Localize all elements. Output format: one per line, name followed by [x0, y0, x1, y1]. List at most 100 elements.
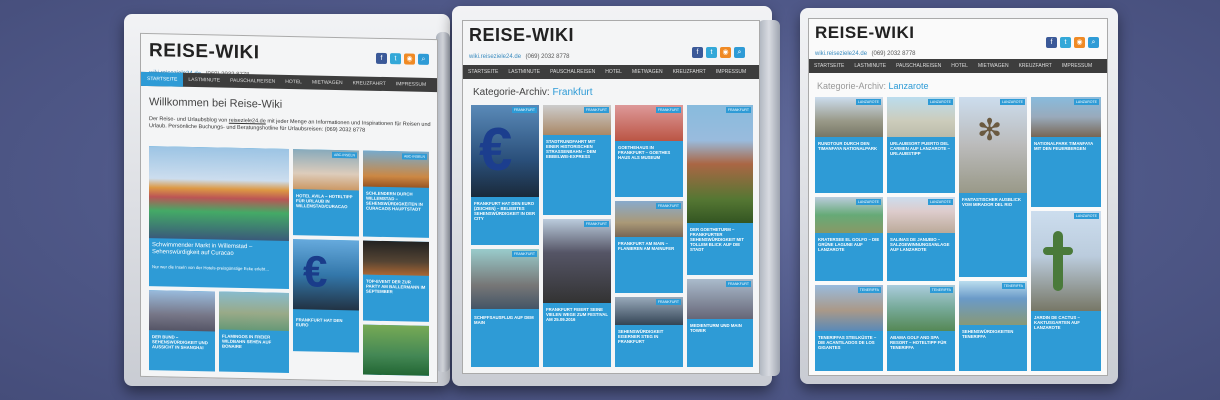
- post-title: SCHLENDERN DURCH WILLEMSTAD – SEHENSWÜRD…: [366, 190, 423, 212]
- nav-impressum[interactable]: IMPRESSUM: [711, 69, 751, 75]
- nav-mietwagen[interactable]: MIETWAGEN: [307, 79, 348, 86]
- post-tile[interactable]: LANZAROTE RUNDTOUR DURCH DEN TIMANFAYA N…: [815, 97, 883, 193]
- social-icons: f t ◉ ⌕: [376, 52, 429, 65]
- post-title: FRANKFURT HAT DEN EURO: [296, 317, 343, 328]
- nav-impressum[interactable]: IMPRESSUM: [1057, 63, 1097, 69]
- nav-lastminute[interactable]: LASTMINUTE: [183, 77, 225, 84]
- post-tile[interactable]: [363, 324, 429, 376]
- twitter-icon[interactable]: t: [706, 47, 717, 58]
- homepage-screen: REISE-WIKI wiki.reiseziele24.de (069) 20…: [140, 32, 438, 384]
- nav-impressum[interactable]: IMPRESSUM: [391, 81, 431, 88]
- nav-pauschalreisen[interactable]: PAUSCHALREISEN: [225, 78, 280, 85]
- social-icons: f t ◉ ⌕: [692, 47, 745, 58]
- facebook-icon[interactable]: f: [1046, 37, 1057, 48]
- nav-pauschalreisen[interactable]: PAUSCHALREISEN: [891, 63, 946, 69]
- post-title: NATIONALPARK TIMANFAYA MIT DEN FEUERBERG…: [1034, 141, 1094, 151]
- nav-hotel[interactable]: HOTEL: [946, 63, 973, 69]
- post-title: HOTEL AVILA – HOTELTIPP FÜR URLAUB IN WI…: [296, 193, 353, 210]
- nav-kreuzfahrt[interactable]: KREUZFAHRT: [668, 69, 711, 75]
- post-title: FRANKFURT AM MAIN – FLANIEREN AM MAINUFE…: [618, 241, 675, 251]
- post-title: RUNDTOUR DURCH DEN TIMANFAYA NATIONALPAR…: [818, 141, 878, 151]
- intro-link[interactable]: reiseziele24.de: [229, 118, 266, 125]
- post-title: FANTASTISCHER AUSBLICK VOM MIRADOR DEL R…: [962, 197, 1021, 207]
- post-tile[interactable]: ✻ LANZAROTE FANTASTISCHER AUSBLICK VOM M…: [959, 97, 1027, 277]
- search-icon[interactable]: ⌕: [1088, 37, 1099, 48]
- feature-post[interactable]: Schwimmender Markt in Willemstad – Sehen…: [149, 146, 289, 289]
- nav-mietwagen[interactable]: MIETWAGEN: [973, 63, 1014, 69]
- nav-mietwagen[interactable]: MIETWAGEN: [627, 69, 668, 75]
- intro-text: Der Reise- und Urlaubsblog von reiseziel…: [149, 116, 431, 134]
- post-tile[interactable]: FRANKFURT DER GOETHETURM – FRANKFURTER S…: [687, 105, 753, 275]
- archive-title: Kategorie-Archiv: Lanzarote: [817, 81, 929, 91]
- post-tile[interactable]: LANZAROTE URLAUBSORT PUERTO DEL CARMEN A…: [887, 97, 955, 193]
- nav-lastminute[interactable]: LASTMINUTE: [849, 63, 891, 69]
- archive-title: Kategorie-Archiv: Frankfurt: [473, 87, 593, 98]
- main-navigation: STARTSEITE LASTMINUTE PAUSCHALREISEN HOT…: [463, 65, 759, 79]
- post-tile[interactable]: FRANKFURT MEDIENTURM UND MAIN TOWER: [687, 279, 753, 367]
- post-title: FRANKFURT FEIERT SEINE VIELEN WEGE ZUM F…: [546, 307, 608, 322]
- post-tile[interactable]: FRANKFURT FRANKFURT FEIERT SEINE VIELEN …: [543, 219, 611, 367]
- nav-pauschalreisen[interactable]: PAUSCHALREISEN: [545, 69, 600, 75]
- main-navigation: STARTSEITE LASTMINUTE PAUSCHALREISEN HOT…: [809, 59, 1107, 73]
- post-tile[interactable]: TENERIFFA SEHENSWÜRDIGKEITEN TENERIFFA: [959, 281, 1027, 371]
- nav-startseite[interactable]: STARTSEITE: [141, 71, 184, 87]
- nav-lastminute[interactable]: LASTMINUTE: [503, 69, 545, 75]
- post-tile[interactable]: FRANKFURT FRANKFURT AM MAIN – FLANIEREN …: [615, 201, 683, 293]
- feature-caption: Schwimmender Markt in Willemstad – Sehen…: [152, 242, 253, 257]
- windmill-sculpture-icon: ✻: [977, 114, 1003, 147]
- search-icon[interactable]: ⌕: [734, 47, 745, 58]
- website-mockup-lanzarote: REISE-WIKI wiki.reiseziele24.de (069) 20…: [800, 8, 1122, 388]
- post-tile[interactable]: TOP-EVENT DER ZUR PARTY AM BALLERMANN IM…: [363, 240, 429, 322]
- post-tile[interactable]: DER BUND – SEHENSWÜRDIGKEIT UND AUSSICHT…: [149, 290, 215, 372]
- post-tile[interactable]: LANZAROTE JARDIN DE CACTUS – KAKTUSGARTE…: [1031, 211, 1101, 371]
- post-tile[interactable]: FLAMINGOS IN FREIER WILDBAHN SEHEN AUF B…: [219, 291, 289, 373]
- post-tile[interactable]: TENERIFFA TENERIFFAS STEILKÜSTE – DIE AC…: [815, 285, 883, 371]
- twitter-icon[interactable]: t: [1060, 37, 1071, 48]
- nav-startseite[interactable]: STARTSEITE: [809, 63, 849, 69]
- nav-hotel[interactable]: HOTEL: [600, 69, 627, 75]
- facebook-icon[interactable]: f: [376, 52, 387, 65]
- post-title: SCHIFFSAUSFLUG AUF DEM MAIN: [474, 315, 534, 325]
- archive-category: Frankfurt: [552, 87, 593, 98]
- site-url[interactable]: wiki.reiseziele24.de: [815, 51, 867, 57]
- post-tile[interactable]: LANZAROTE KRATERSEE EL GOLFO – DIE GRÜNE…: [815, 197, 883, 281]
- website-mockup-home: REISE-WIKI wiki.reiseziele24.de (069) 20…: [118, 14, 452, 386]
- nav-startseite[interactable]: STARTSEITE: [463, 69, 503, 75]
- post-tile[interactable]: FRANKFURT GOETHEHAUS IN FRANKFURT – GOET…: [615, 105, 683, 197]
- search-icon[interactable]: ⌕: [418, 53, 429, 65]
- facebook-icon[interactable]: f: [692, 47, 703, 58]
- site-logo: REISE-WIKI: [469, 25, 575, 45]
- twitter-icon[interactable]: t: [390, 53, 401, 65]
- post-title: STADTRUNDFAHRT MIT EINER HISTORISCHEN ST…: [546, 139, 597, 159]
- post-title: SEHENSWÜRDIGKEITEN TENERIFFA: [962, 329, 1014, 339]
- social-icons: f t ◉ ⌕: [1046, 37, 1099, 48]
- post-tile[interactable]: FRANKFURT STADTRUNDFAHRT MIT EINER HISTO…: [543, 105, 611, 215]
- nav-hotel[interactable]: HOTEL: [280, 79, 307, 86]
- post-tile[interactable]: FRANKFURT SEHENSWÜRDIGKEIT EISERNER STEG…: [615, 297, 683, 367]
- post-tile[interactable]: ABC-INSELN SCHLENDERN DURCH WILLEMSTAD –…: [363, 150, 429, 238]
- nav-kreuzfahrt[interactable]: KREUZFAHRT: [1014, 63, 1057, 69]
- rss-icon[interactable]: ◉: [720, 47, 731, 58]
- archive-category: Lanzarote: [888, 81, 929, 91]
- site-phone: (069) 2032 8778: [525, 54, 570, 60]
- rss-icon[interactable]: ◉: [1074, 37, 1085, 48]
- website-mockup-frankfurt: REISE-WIKI wiki.reiseziele24.de (069) 20…: [452, 6, 788, 390]
- nav-kreuzfahrt[interactable]: KREUZFAHRT: [348, 80, 391, 87]
- post-tile[interactable]: ABC-INSELN HOTEL AVILA – HOTELTIPP FÜR U…: [293, 149, 359, 237]
- post-title: ABAMA GOLF AND SPA RESORT – HOTELTIPP FÜ…: [890, 335, 947, 350]
- post-tile[interactable]: TENERIFFA ABAMA GOLF AND SPA RESORT – HO…: [887, 285, 955, 371]
- rss-icon[interactable]: ◉: [404, 53, 415, 65]
- page-heading: Willkommen bei Reise-Wiki: [149, 96, 283, 111]
- post-tile[interactable]: € FRANKFURT FRANKFURT HAT DEN EURO (ZEIC…: [471, 105, 539, 245]
- post-title: JARDIN DE CACTUS – KAKTUSGARTEN AUF LANZ…: [1034, 315, 1080, 330]
- post-tile[interactable]: LANZAROTE SALINAS DE JANUBIO – SALZGEWIN…: [887, 197, 955, 281]
- site-url[interactable]: wiki.reiseziele24.de: [469, 54, 521, 60]
- post-title: TENERIFFAS STEILKÜSTE – DIE ACANTILADOS …: [818, 335, 877, 350]
- post-tile[interactable]: FRANKFURT SCHIFFSAUSFLUG AUF DEM MAIN: [471, 249, 539, 367]
- post-title: GOETHEHAUS IN FRANKFURT – GOETHES HAUS A…: [618, 145, 671, 160]
- euro-sign-icon: €: [479, 116, 513, 183]
- post-tile[interactable]: LANZAROTE NATIONALPARK TIMANFAYA MIT DEN…: [1031, 97, 1101, 207]
- archive-screen-frankfurt: REISE-WIKI wiki.reiseziele24.de (069) 20…: [462, 20, 760, 374]
- post-tile[interactable]: € FRANKFURT HAT DEN EURO: [293, 239, 359, 353]
- post-title: KRATERSEE EL GOLFO – DIE GRÜNE LAGUNE AU…: [818, 237, 880, 252]
